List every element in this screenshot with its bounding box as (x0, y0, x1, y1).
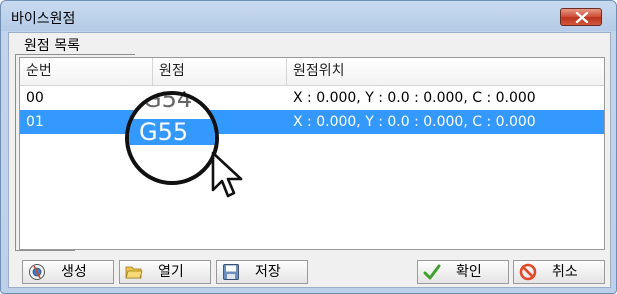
table-row[interactable]: 00 G54 X : 0.000, Y : 0.0 : 0.000, C : 0… (20, 86, 604, 111)
magnifier-ghost-text: G54 (143, 91, 193, 113)
group-frame-top (15, 54, 135, 55)
group-frame-bottom (15, 250, 75, 251)
magnifier-callout: G54 G55 (125, 91, 219, 185)
title-bar[interactable]: 바이스원점 (1, 1, 616, 33)
magnifier-text: G55 (139, 118, 189, 146)
create-icon (29, 264, 45, 280)
save-disk-icon (223, 264, 239, 280)
open-label: 열기 (158, 264, 184, 280)
dialog-window: 바이스원점 원점 목록 순번 원점 원점위치 00 G54 X : 0.000,… (0, 0, 617, 294)
folder-icon (125, 266, 143, 279)
row-position: X : 0.000, Y : 0.0 : 0.000, C : 0.000 (293, 114, 536, 130)
create-label: 생성 (61, 264, 87, 280)
column-header-position[interactable]: 원점위치 (287, 58, 604, 85)
open-button[interactable]: 열기 (119, 260, 211, 284)
column-header-origin[interactable]: 원점 (153, 58, 287, 85)
row-position: X : 0.000, Y : 0.0 : 0.000, C : 0.000 (293, 90, 536, 106)
group-label: 원점 목록 (24, 38, 80, 54)
create-button[interactable]: 생성 (22, 260, 114, 284)
close-button[interactable] (560, 8, 602, 26)
mouse-pointer-icon (211, 151, 243, 198)
confirm-button[interactable]: 확인 (417, 260, 509, 284)
dialog-content: 원점 목록 순번 원점 원점위치 00 G54 X : 0.000, Y : 0… (8, 32, 611, 288)
table-row-selected[interactable]: 01 G55 X : 0.000, Y : 0.0 : 0.000, C : 0… (20, 110, 604, 134)
cancel-icon (519, 263, 537, 281)
window-title: 바이스원점 (11, 11, 76, 27)
column-header-index[interactable]: 순번 (20, 58, 153, 85)
confirm-label: 확인 (456, 264, 482, 280)
close-icon (575, 12, 589, 23)
save-button[interactable]: 저장 (216, 260, 308, 284)
checkmark-icon (423, 264, 441, 280)
group-frame-left (15, 54, 16, 250)
cancel-label: 취소 (552, 264, 578, 280)
list-header: 순번 원점 원점위치 (20, 58, 604, 86)
origin-list[interactable]: 순번 원점 원점위치 00 G54 X : 0.000, Y : 0.0 : 0… (19, 57, 605, 250)
cancel-button[interactable]: 취소 (513, 260, 605, 284)
save-label: 저장 (255, 264, 281, 280)
